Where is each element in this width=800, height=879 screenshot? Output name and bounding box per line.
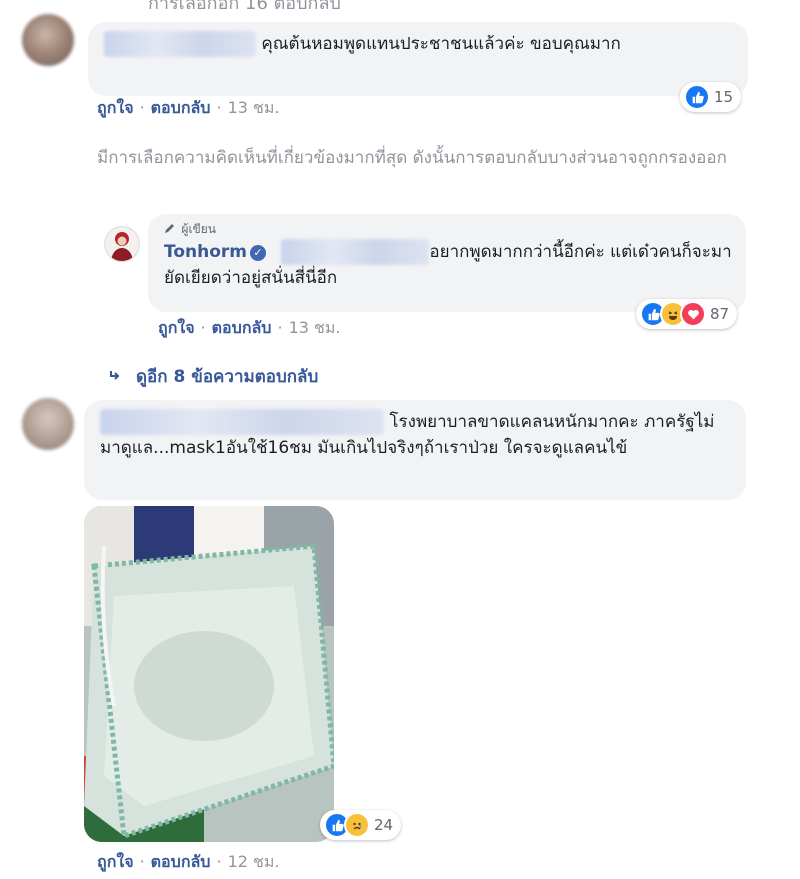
- comment-bubble: โรงพยาบาลขาดแคลนหนักมากคะ ภาครัฐไม่มาดูแ…: [84, 400, 746, 500]
- separator: ·: [200, 318, 206, 337]
- avatar[interactable]: [22, 398, 74, 450]
- attached-photo[interactable]: [84, 506, 334, 842]
- reply-link[interactable]: ตอบกลับ: [151, 98, 211, 117]
- separator: ·: [139, 98, 145, 117]
- pencil-icon: [165, 224, 174, 233]
- reaction-count: 15: [714, 88, 734, 106]
- reaction-count: 24: [374, 816, 394, 834]
- like-link[interactable]: ถูกใจ: [97, 852, 134, 871]
- reaction-summary[interactable]: 24: [320, 810, 402, 840]
- view-more-replies-link[interactable]: ดูอีก 8 ข้อความตอบกลับ: [108, 363, 318, 390]
- timestamp[interactable]: 13 ชม.: [228, 98, 280, 117]
- blurred-tagged-name[interactable]: [281, 239, 430, 265]
- verified-badge-icon: ✓: [250, 245, 266, 261]
- reaction-count: 87: [710, 305, 730, 323]
- like-link[interactable]: ถูกใจ: [97, 98, 134, 117]
- author-avatar[interactable]: [104, 226, 140, 262]
- comment-actions: ถูกใจ · ตอบกลับ · 13 ชม.: [97, 96, 280, 121]
- like-reaction-icon: [684, 84, 710, 110]
- timestamp[interactable]: 13 ชม.: [289, 318, 341, 337]
- reaction-summary[interactable]: 87: [636, 299, 738, 329]
- reply-link[interactable]: ตอบกลับ: [151, 852, 211, 871]
- separator: ·: [277, 318, 283, 337]
- separator: ·: [216, 98, 222, 117]
- avatar[interactable]: [22, 14, 74, 66]
- like-link[interactable]: ถูกใจ: [158, 318, 195, 337]
- truncated-text: การเลือกอีก 16 ตอบกลับ: [148, 0, 341, 14]
- mask-photo-image: [84, 506, 334, 842]
- person-avatar-icon: [111, 232, 133, 261]
- view-more-replies-label: ดูอีก 8 ข้อความตอบกลับ: [136, 367, 319, 387]
- blurred-author-name[interactable]: [104, 31, 256, 57]
- reply-actions: ถูกใจ · ตอบกลับ · 13 ชม.: [158, 316, 341, 341]
- reply-link[interactable]: ตอบกลับ: [212, 318, 272, 337]
- separator: ·: [139, 852, 145, 871]
- reply-text: อยากพูดมากกว่านี้อีกค่ะ แต่เด๋วคนก็จะมาย…: [164, 242, 732, 288]
- blurred-author-name[interactable]: [100, 409, 384, 435]
- comment-bubble: คุณต้นหอมพูดแทนประชาชนแล้วค่ะ ขอบคุณมาก: [88, 22, 748, 96]
- filter-note: มีการเลือกความคิดเห็นที่เกี่ยวข้องมากที่…: [97, 148, 727, 168]
- comment-text: คุณต้นหอมพูดแทนประชาชนแล้วค่ะ ขอบคุณมาก: [261, 34, 621, 54]
- separator: ·: [216, 852, 222, 871]
- timestamp[interactable]: 12 ชม.: [228, 852, 280, 871]
- sad-reaction-icon: [344, 812, 370, 838]
- author-tag: ผู้เขียน: [181, 222, 216, 236]
- love-reaction-icon: [680, 301, 706, 327]
- author-name[interactable]: Tonhorm: [164, 242, 247, 262]
- reaction-summary[interactable]: 15: [680, 82, 742, 112]
- reply-arrow-icon: [110, 371, 120, 380]
- comment-actions: ถูกใจ · ตอบกลับ · 12 ชม.: [97, 850, 280, 875]
- reply-bubble: ผู้เขียน Tonhorm ✓ อยากพูดมากกว่านี้อีกค่…: [148, 214, 746, 312]
